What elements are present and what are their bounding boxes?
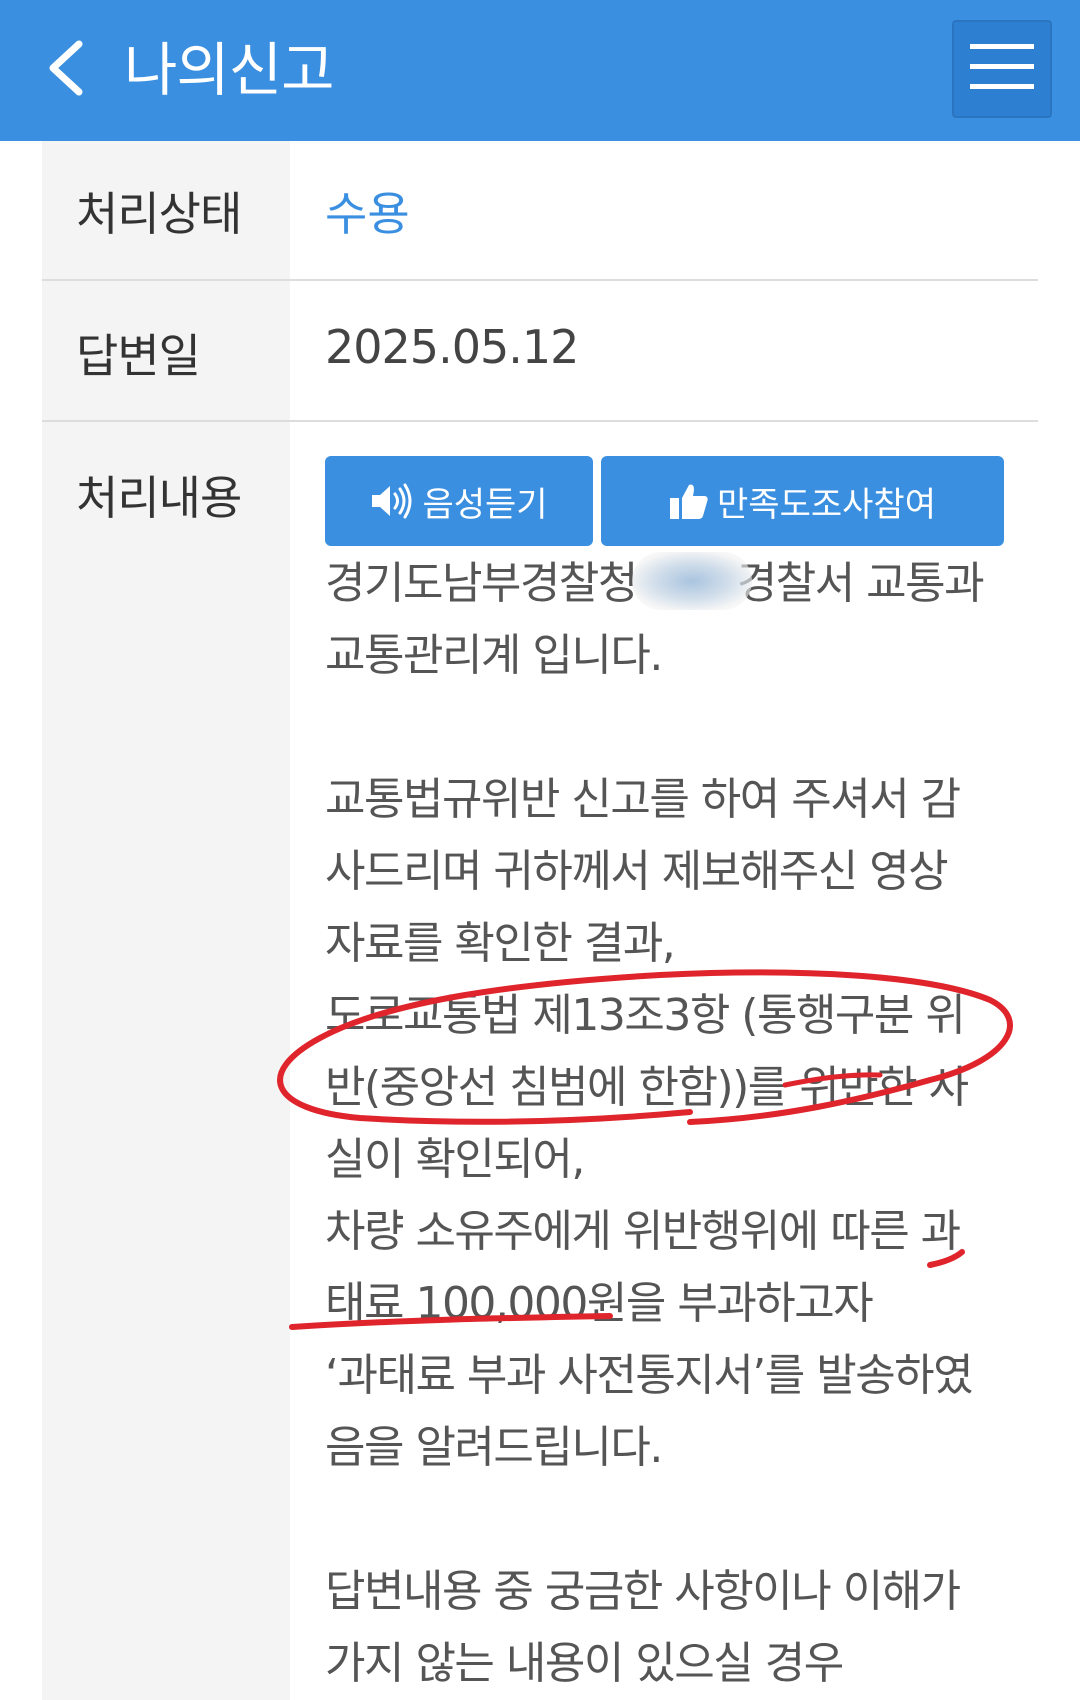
answer-date-value: 2025.05.12 — [325, 320, 579, 374]
status-value: 수용 — [325, 187, 410, 241]
page-title: 나의신고 — [124, 36, 334, 104]
speaker-icon — [370, 483, 414, 519]
menu-button[interactable] — [952, 20, 1052, 118]
content-paragraph: 교통법규위반 신고를 하여 주셔서 감 사드리며 귀하께서 제보해주신 영상 자… — [325, 774, 974, 1473]
answer-date-label: 답변일 — [76, 329, 201, 383]
listen-button[interactable]: 음성듣기 — [325, 456, 593, 546]
thumbs-up-icon — [669, 482, 709, 520]
row-divider — [42, 420, 1038, 422]
back-button[interactable] — [30, 30, 100, 110]
chevron-left-icon — [45, 38, 85, 102]
app-bar: 나의신고 — [0, 0, 1080, 141]
content-body: 경기도남부경찰청 경찰서 교통과 교통관리계 입니다. 교통법규위반 신고를 하… — [325, 548, 1015, 1700]
content-label: 처리내용 — [76, 471, 242, 525]
redaction-blur — [632, 552, 752, 610]
content-paragraph: 답변내용 중 궁금한 사항이나 이해가 가지 않는 내용이 있으실 경우 — [325, 1566, 961, 1689]
status-label: 처리상태 — [76, 187, 242, 241]
survey-button[interactable]: 만족도조사참여 — [601, 456, 1004, 546]
hamburger-menu-icon — [970, 42, 1034, 96]
listen-button-label: 음성듣기 — [422, 484, 548, 525]
row-divider — [42, 279, 1038, 281]
survey-button-label: 만족도조사참여 — [717, 484, 936, 525]
